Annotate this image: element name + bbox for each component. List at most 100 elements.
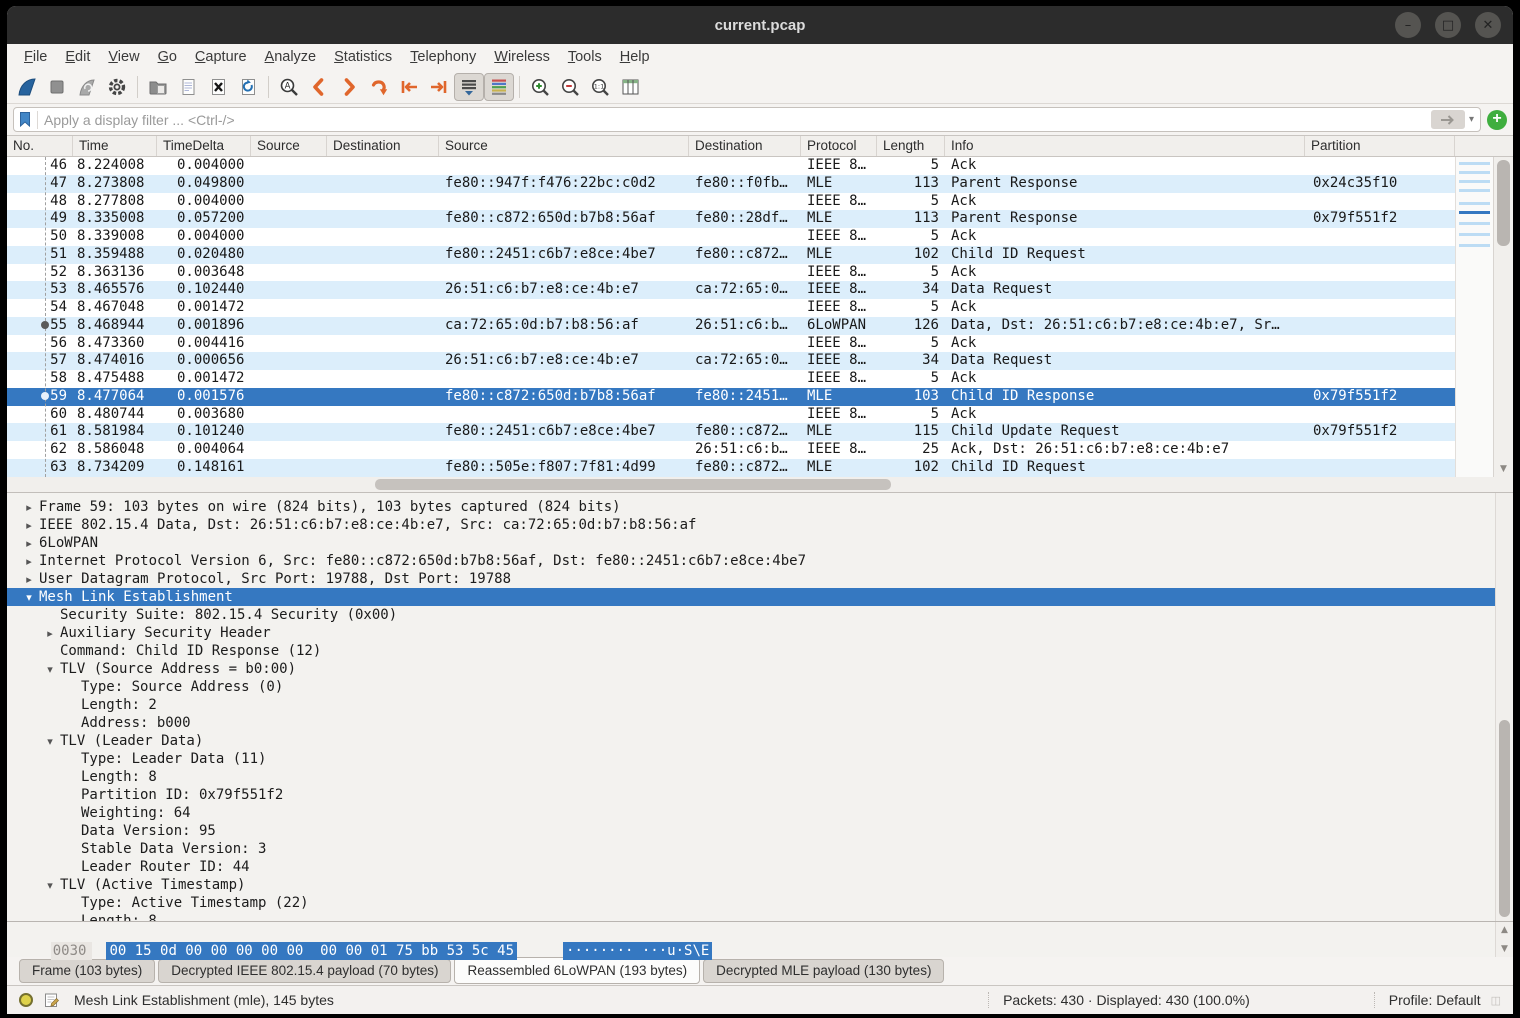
detail-line[interactable]: Type: Leader Data (11) xyxy=(7,750,1513,768)
detail-line[interactable]: Type: Source Address (0) xyxy=(7,678,1513,696)
column-header-src1[interactable]: Source xyxy=(251,136,327,156)
collapsed-arrow-icon[interactable]: ▸ xyxy=(19,571,39,589)
packet-row-59[interactable]: 598.4770640.001576fe80::c872:650d:b7b8:5… xyxy=(7,388,1513,406)
detail-line[interactable]: ▾TLV (Source Address = b0:00) xyxy=(7,660,1513,678)
add-filter-button-icon[interactable]: + xyxy=(1487,110,1507,130)
packet-row-55[interactable]: 558.4689440.001896ca:72:65:0d:b7:b8:56:a… xyxy=(7,317,1513,335)
packet-row-51[interactable]: 518.3594880.020480fe80::2451:c6b7:e8ce:4… xyxy=(7,246,1513,264)
stop-capture-icon[interactable] xyxy=(42,73,72,101)
detail-line[interactable]: ▸Frame 59: 103 bytes on wire (824 bits),… xyxy=(7,498,1513,516)
collapsed-arrow-icon[interactable]: ▸ xyxy=(19,517,39,535)
detail-line[interactable]: Length: 2 xyxy=(7,696,1513,714)
detail-line[interactable]: Leader Router ID: 44 xyxy=(7,858,1513,876)
detail-line[interactable]: Length: 8 xyxy=(7,768,1513,786)
minimize-icon[interactable]: – xyxy=(1395,12,1421,38)
column-header-delta[interactable]: TimeDelta xyxy=(157,136,251,156)
packet-row-60[interactable]: 608.4807440.003680IEEE 8…5Ack xyxy=(7,406,1513,424)
column-header-time[interactable]: Time xyxy=(73,136,157,156)
column-header-protocol[interactable]: Protocol xyxy=(801,136,877,156)
detail-line[interactable]: ▾TLV (Active Timestamp) xyxy=(7,876,1513,894)
display-filter-input[interactable]: Apply a display filter ... <Ctrl-/> ▾ xyxy=(13,107,1481,132)
packet-list-vscroll-thumb[interactable] xyxy=(1497,160,1510,246)
detail-line[interactable]: ▾TLV (Leader Data) xyxy=(7,732,1513,750)
packet-row-58[interactable]: 588.4754880.001472IEEE 8…5Ack xyxy=(7,370,1513,388)
hex-ascii-selected[interactable]: ········ ···u·S\E xyxy=(563,942,712,960)
packet-row-56[interactable]: 568.4733600.004416IEEE 8…5Ack xyxy=(7,335,1513,353)
packet-list-hscrollbar[interactable] xyxy=(7,477,1513,493)
go-to-packet-icon[interactable] xyxy=(364,73,394,101)
packet-row-54[interactable]: 548.4670480.001472IEEE 8…5Ack xyxy=(7,299,1513,317)
packet-row-52[interactable]: 528.3631360.003648IEEE 8…5Ack xyxy=(7,264,1513,282)
detail-line[interactable]: ▸6LoWPAN xyxy=(7,534,1513,552)
packet-row-53[interactable]: 538.4655760.10244026:51:c6:b7:e8:ce:4b:e… xyxy=(7,281,1513,299)
menu-view[interactable]: View xyxy=(99,46,148,68)
scroll-down-icon[interactable]: ▼ xyxy=(1494,464,1513,474)
detail-line[interactable]: Address: b000 xyxy=(7,714,1513,732)
packet-list-hscroll-thumb[interactable] xyxy=(375,479,891,490)
filter-bookmark-icon[interactable] xyxy=(18,111,33,128)
detail-line[interactable]: Partition ID: 0x79f551f2 xyxy=(7,786,1513,804)
hex-bytes-selected[interactable]: 00 15 0d 00 00 00 00 00 00 00 01 75 bb 5… xyxy=(106,942,517,960)
packet-row-62[interactable]: 628.5860480.00406426:51:c6:b…IEEE 8…25Ac… xyxy=(7,441,1513,459)
expanded-arrow-icon[interactable]: ▾ xyxy=(40,877,60,895)
column-header-dst1[interactable]: Destination xyxy=(327,136,439,156)
save-file-icon[interactable] xyxy=(173,73,203,101)
detail-line[interactable]: ▸IEEE 802.15.4 Data, Dst: 26:51:c6:b7:e8… xyxy=(7,516,1513,534)
expanded-arrow-icon[interactable]: ▾ xyxy=(19,589,39,607)
zoom-in-icon[interactable] xyxy=(525,73,555,101)
packet-row-50[interactable]: 508.3390080.004000IEEE 8…5Ack xyxy=(7,228,1513,246)
apply-filter-icon[interactable] xyxy=(1431,110,1465,129)
column-header-info[interactable]: Info xyxy=(945,136,1305,156)
menu-tools[interactable]: Tools xyxy=(559,46,611,68)
column-header-length[interactable]: Length xyxy=(877,136,945,156)
detail-line[interactable]: Type: Active Timestamp (22) xyxy=(7,894,1513,912)
menu-analyze[interactable]: Analyze xyxy=(256,46,326,68)
menu-edit[interactable]: Edit xyxy=(56,46,99,68)
colorize-icon[interactable] xyxy=(484,73,514,101)
packet-row-57[interactable]: 578.4740160.00065626:51:c6:b7:e8:ce:4b:e… xyxy=(7,352,1513,370)
go-forward-icon[interactable] xyxy=(334,73,364,101)
packet-list-vscrollbar[interactable]: ▲ ▼ xyxy=(1493,157,1513,477)
collapsed-arrow-icon[interactable]: ▸ xyxy=(40,625,60,643)
byte-tab[interactable]: Decrypted IEEE 802.15.4 payload (70 byte… xyxy=(158,959,451,983)
resize-columns-icon[interactable] xyxy=(615,73,645,101)
scroll-up-icon[interactable]: ▲ xyxy=(1496,925,1513,935)
menu-file[interactable]: File xyxy=(15,46,56,68)
capture-status-icon[interactable] xyxy=(19,993,33,1007)
detail-vscroll-thumb[interactable] xyxy=(1499,720,1510,917)
byte-tab[interactable]: Decrypted MLE payload (130 bytes) xyxy=(703,959,944,983)
open-file-icon[interactable] xyxy=(143,73,173,101)
detail-line[interactable]: Data Version: 95 xyxy=(7,822,1513,840)
go-last-icon[interactable] xyxy=(424,73,454,101)
packet-row-46[interactable]: 468.2240080.004000IEEE 8…5Ack xyxy=(7,157,1513,175)
filter-dropdown-icon[interactable]: ▾ xyxy=(1469,114,1474,125)
zoom-out-icon[interactable] xyxy=(555,73,585,101)
column-header-no[interactable]: No. xyxy=(7,136,73,156)
start-capture-icon[interactable] xyxy=(12,73,42,101)
intelligent-scrollbar-map[interactable] xyxy=(1455,157,1493,477)
menu-go[interactable]: Go xyxy=(149,46,186,68)
packet-row-49[interactable]: 498.3350080.057200fe80::c872:650d:b7b8:5… xyxy=(7,210,1513,228)
resize-grip[interactable]: ◫ xyxy=(1491,994,1501,1007)
column-header-src2[interactable]: Source xyxy=(439,136,689,156)
packet-row-61[interactable]: 618.5819840.101240fe80::2451:c6b7:e8ce:4… xyxy=(7,423,1513,441)
detail-line[interactable]: Command: Child ID Response (12) xyxy=(7,642,1513,660)
detail-line[interactable]: ▾Mesh Link Establishment xyxy=(7,588,1513,606)
capture-comment-icon[interactable] xyxy=(43,992,60,1009)
capture-options-icon[interactable] xyxy=(102,73,132,101)
menu-telephony[interactable]: Telephony xyxy=(401,46,485,68)
detail-line[interactable]: ▸Internet Protocol Version 6, Src: fe80:… xyxy=(7,552,1513,570)
close-icon[interactable]: ✕ xyxy=(1475,12,1501,38)
go-back-icon[interactable] xyxy=(304,73,334,101)
menu-capture[interactable]: Capture xyxy=(186,46,256,68)
maximize-icon[interactable]: □ xyxy=(1435,12,1461,38)
scroll-down-icon[interactable]: ▼ xyxy=(1496,944,1513,954)
detail-line[interactable]: Weighting: 64 xyxy=(7,804,1513,822)
detail-line[interactable]: Security Suite: 802.15.4 Security (0x00) xyxy=(7,606,1513,624)
auto-scroll-icon[interactable] xyxy=(454,73,484,101)
expanded-arrow-icon[interactable]: ▾ xyxy=(40,661,60,679)
packet-row-47[interactable]: 478.2738080.049800fe80::947f:f476:22bc:c… xyxy=(7,175,1513,193)
detail-line[interactable]: Stable Data Version: 3 xyxy=(7,840,1513,858)
profile-label[interactable]: Profile: Default xyxy=(1389,992,1481,1008)
menu-statistics[interactable]: Statistics xyxy=(325,46,401,68)
